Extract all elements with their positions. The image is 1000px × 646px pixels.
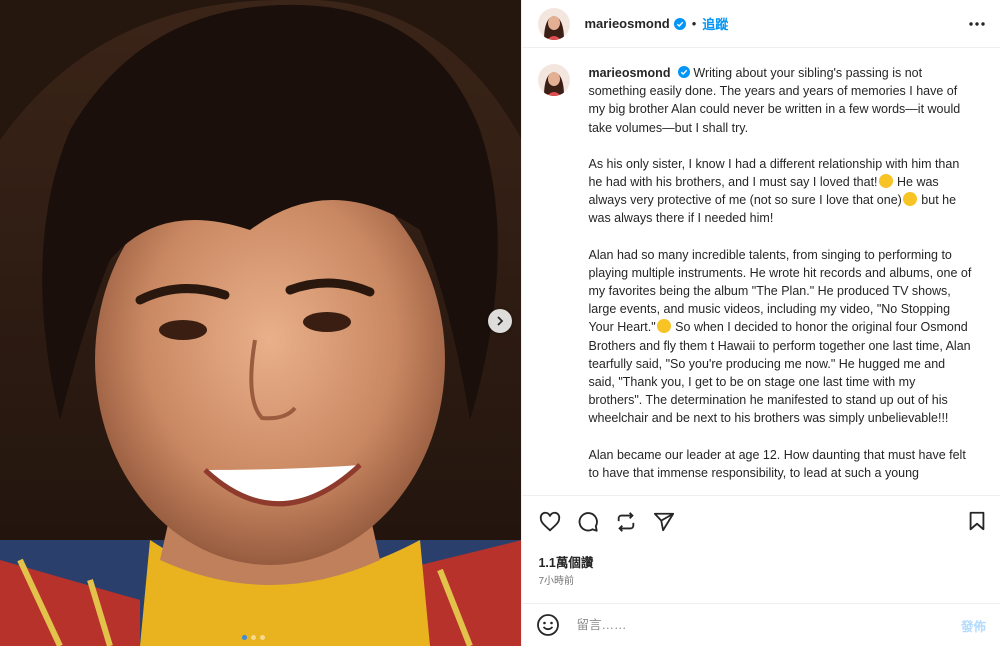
separator: • (691, 16, 697, 31)
heart-icon (540, 511, 561, 532)
next-slide-button[interactable] (488, 309, 512, 333)
avatar[interactable] (538, 7, 571, 40)
more-options-icon[interactable] (968, 15, 986, 33)
action-bar (522, 495, 1000, 548)
follow-button[interactable]: 追蹤 (702, 14, 728, 33)
caption-row: marieosmond Writing about your sibling's… (538, 64, 980, 495)
caption-paragraph: Alan became our leader at age 12. How da… (588, 446, 972, 482)
avatar[interactable] (538, 64, 571, 96)
comment-button[interactable] (576, 510, 600, 534)
post-timestamp[interactable]: 7小時前 (522, 570, 1000, 594)
laughing-emoji-icon (902, 192, 917, 207)
verified-badge-icon (673, 17, 686, 30)
caption-area: marieosmond Writing about your sibling's… (522, 48, 1000, 495)
caption-paragraph: marieosmond Writing about your sibling's… (588, 64, 972, 137)
caption-text: marieosmond Writing about your sibling's… (588, 64, 972, 495)
post-photo (0, 0, 522, 646)
username[interactable]: marieosmond (584, 16, 669, 31)
repost-button[interactable] (614, 510, 638, 534)
avatar-image (538, 7, 571, 40)
carousel-dot (251, 635, 256, 640)
chevron-right-icon (497, 316, 504, 326)
share-button[interactable] (652, 510, 676, 534)
caption-paragraph: As his only sister, I know I had a diffe… (588, 155, 972, 228)
comment-icon (579, 512, 599, 532)
comment-bar: 發佈 (522, 603, 1000, 646)
instagram-post-modal: marieosmond • 追蹤 marieosmond Writing abo… (0, 0, 1000, 646)
send-icon (654, 512, 675, 532)
avatar-image (538, 64, 571, 96)
caption-paragraph: Alan had so many incredible talents, fro… (588, 246, 972, 428)
caption-username[interactable]: marieosmond (588, 66, 670, 80)
smiling-emoji-icon (656, 319, 671, 334)
caption-text-p3b: So when I decided to honor the original … (588, 320, 971, 426)
carousel-indicator (242, 635, 265, 640)
likes-count[interactable]: 1.1萬個讚 (522, 548, 1000, 570)
post-header: marieosmond • 追蹤 (522, 0, 1000, 48)
bookmark-icon[interactable] (966, 510, 988, 532)
emoji-icon[interactable] (536, 613, 560, 637)
verified-badge-icon (677, 66, 690, 78)
carousel-dot (242, 635, 247, 640)
carousel-dot (260, 635, 265, 640)
like-button[interactable] (538, 510, 562, 534)
caption-text-p4: Alan became our leader at age 12. How da… (588, 447, 966, 480)
portrait-photo (0, 0, 522, 646)
repost-icon (618, 512, 635, 532)
post-side-panel: marieosmond • 追蹤 marieosmond Writing abo… (521, 0, 1000, 646)
grinning-emoji-icon (878, 174, 893, 189)
post-comment-button[interactable]: 發佈 (961, 616, 986, 635)
comment-input[interactable] (574, 617, 961, 633)
